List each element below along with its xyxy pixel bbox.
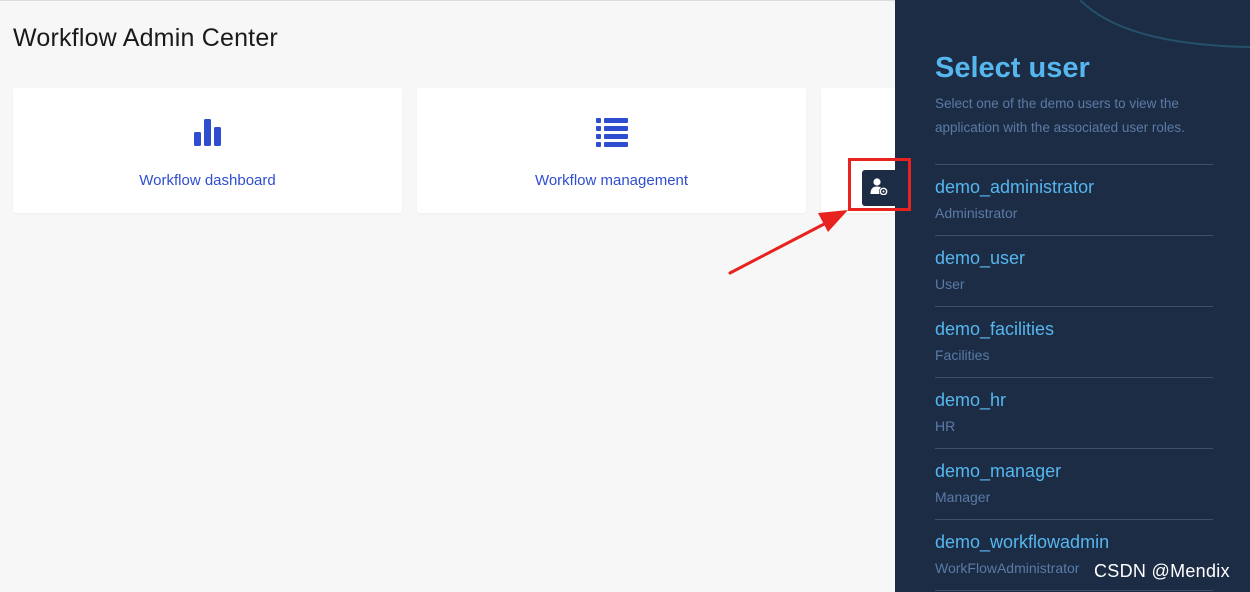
user-name: demo_hr	[935, 390, 1007, 410]
user-name: demo_workflowadmin	[935, 532, 1110, 552]
list-icon	[595, 116, 628, 148]
bar-chart-icon	[192, 116, 224, 148]
user-role: HR	[935, 418, 956, 434]
user-item-demo-facilities[interactable]: demo_facilities Facilities	[935, 307, 1213, 378]
panel-title: Select user	[935, 52, 1090, 84]
workflow-dashboard-card[interactable]: Workflow dashboard	[13, 88, 402, 213]
user-list: demo_administrator Administrator demo_us…	[935, 164, 1213, 591]
watermark: CSDN @Mendix	[1094, 561, 1230, 581]
user-role: Manager	[935, 489, 991, 505]
user-name: demo_administrator	[935, 177, 1095, 197]
select-user-panel: Select user Select one of the demo users…	[895, 0, 1250, 592]
user-switch-icon	[870, 177, 888, 200]
workflow-management-label: Workflow management	[534, 172, 689, 189]
user-role: User	[935, 276, 965, 292]
user-role: Administrator	[935, 205, 1018, 221]
workflow-admin-page: Workflow Admin Center Workflow dashboard	[0, 0, 1250, 592]
user-name: demo_manager	[935, 461, 1062, 481]
panel-description: Select one of the demo users to view the…	[935, 96, 1185, 135]
user-name: demo_facilities	[935, 319, 1055, 339]
user-switch-button[interactable]	[862, 170, 896, 206]
top-border	[0, 0, 895, 1]
workflow-management-card[interactable]: Workflow management	[417, 88, 806, 213]
user-role: Facilities	[935, 347, 990, 363]
user-item-demo-hr[interactable]: demo_hr HR	[935, 378, 1213, 449]
user-item-demo-manager[interactable]: demo_manager Manager	[935, 449, 1213, 520]
workflow-dashboard-label: Workflow dashboard	[139, 172, 276, 189]
user-item-demo-user[interactable]: demo_user User	[935, 236, 1213, 307]
user-role: WorkFlowAdministrator	[935, 560, 1080, 576]
page-title: Workflow Admin Center	[13, 24, 278, 52]
user-item-demo-administrator[interactable]: demo_administrator Administrator	[935, 165, 1213, 236]
user-name: demo_user	[935, 248, 1026, 268]
